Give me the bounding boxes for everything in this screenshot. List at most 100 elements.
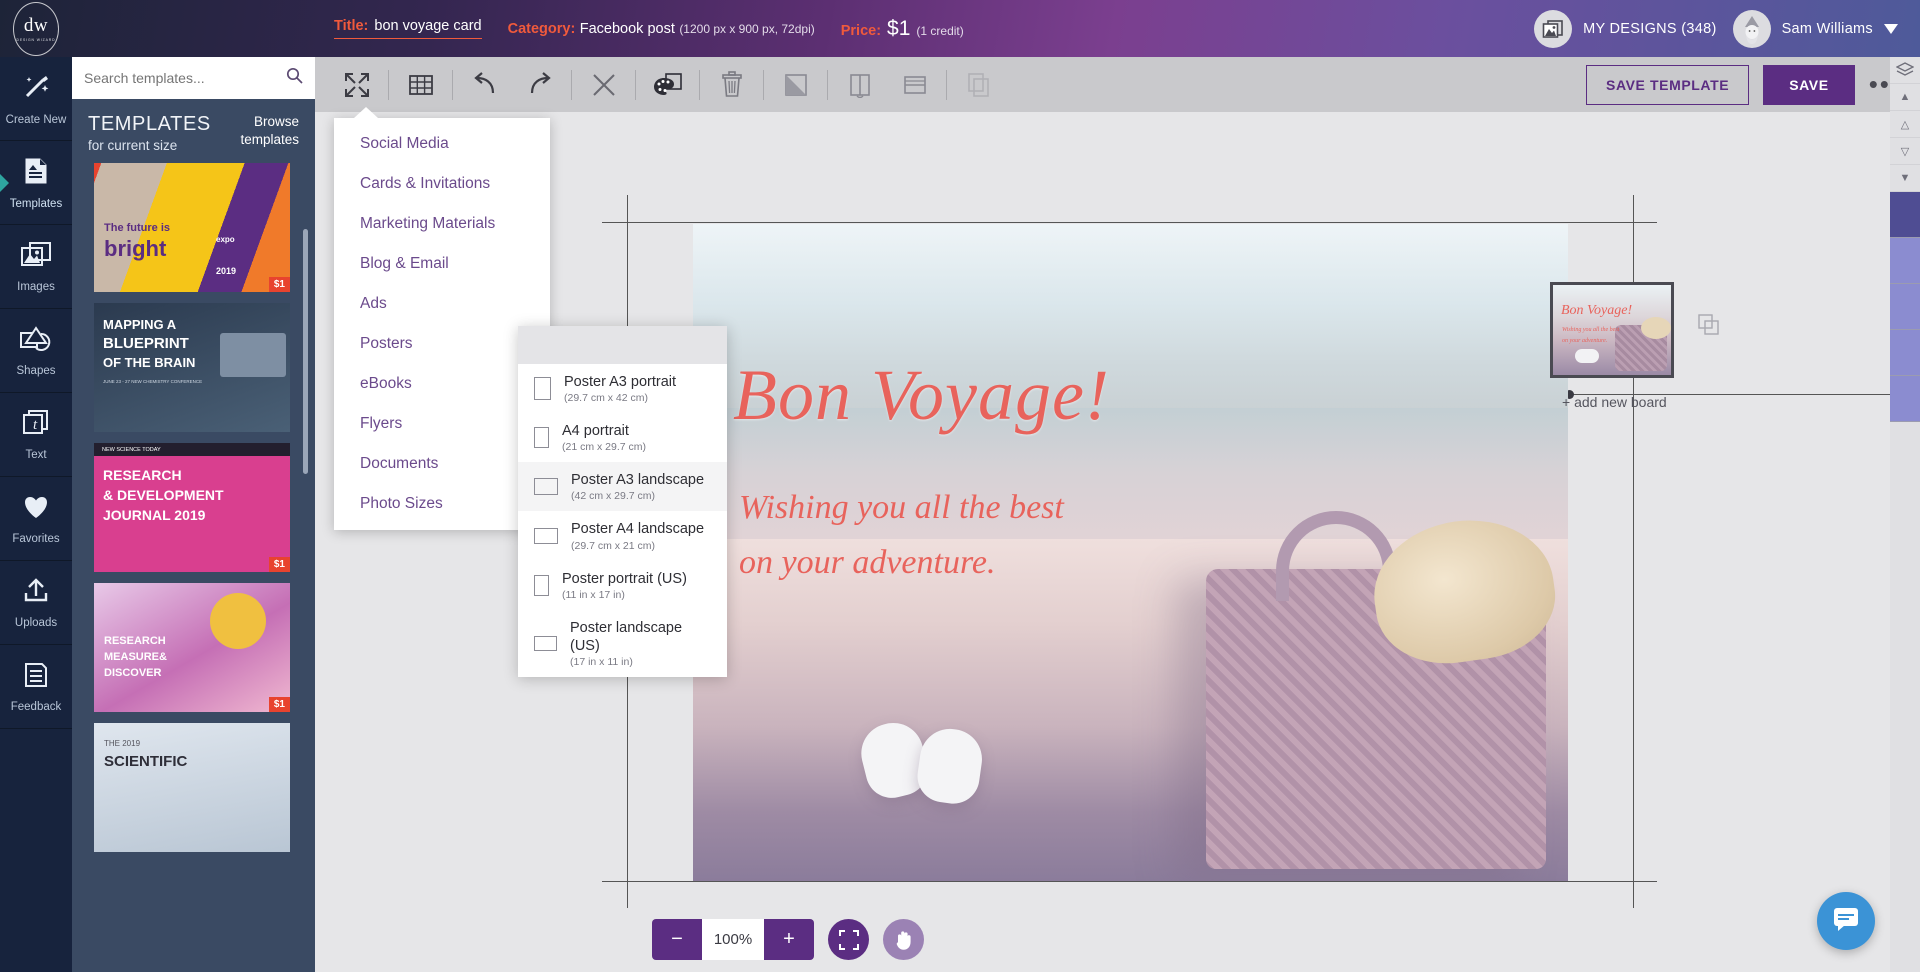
boards-panel: Bon Voyage! Wishing you all the best on … bbox=[1550, 282, 1880, 410]
thumb-line-1: THE 2019 bbox=[104, 739, 140, 748]
design-editor-app: dw DESIGN WIZARD Title: bon voyage card … bbox=[0, 0, 1920, 972]
template-thumbnail[interactable]: RESEARCH MEASURE& DISCOVER $1 bbox=[94, 583, 290, 712]
redo-icon[interactable] bbox=[512, 65, 567, 105]
document-lines-icon bbox=[21, 661, 51, 694]
chevron-down-icon[interactable] bbox=[1884, 24, 1898, 34]
submenu-item-poster-a4-landscape[interactable]: Poster A4 landscape (29.7 cm x 21 cm) bbox=[518, 511, 727, 560]
my-designs-button[interactable]: MY DESIGNS (348) bbox=[1534, 10, 1716, 48]
menu-item-marketing-materials[interactable]: Marketing Materials bbox=[334, 204, 550, 244]
opacity-icon[interactable] bbox=[768, 65, 823, 105]
artboard-canvas[interactable]: Bon Voyage! Wishing you all the best on … bbox=[693, 224, 1568, 881]
board-thumb-subtitle: Wishing you all the best on your adventu… bbox=[1562, 325, 1619, 348]
hand-pan-icon[interactable] bbox=[883, 919, 924, 960]
sidebar-item-uploads[interactable]: Uploads bbox=[0, 561, 72, 645]
submenu-item-poster-landscape-us[interactable]: Poster landscape (US) (17 in x 11 in) bbox=[518, 610, 727, 677]
sidebar-label-favorites: Favorites bbox=[12, 533, 59, 545]
zoom-level-value[interactable]: 100% bbox=[702, 919, 764, 960]
move-up-icon[interactable]: ▲ bbox=[1890, 84, 1920, 111]
undo-icon[interactable] bbox=[457, 65, 512, 105]
toolbar-divider bbox=[571, 70, 572, 100]
submenu-item-name: A4 portrait bbox=[562, 423, 629, 439]
thumb-line-2: bright bbox=[104, 238, 166, 260]
thumb-line-1: RESEARCH bbox=[104, 635, 166, 647]
duplicate-icon[interactable] bbox=[1698, 314, 1720, 341]
thumb-line-3: OF THE BRAIN bbox=[103, 355, 195, 370]
submenu-item-poster-portrait-us[interactable]: Poster portrait (US) (11 in x 17 in) bbox=[518, 561, 727, 610]
move-bottom-icon[interactable]: ▼ bbox=[1890, 165, 1920, 192]
board-thumbnail[interactable]: Bon Voyage! Wishing you all the best on … bbox=[1550, 282, 1674, 378]
layer-swatch[interactable] bbox=[1890, 284, 1920, 330]
panel-scrollbar[interactable] bbox=[303, 229, 308, 474]
submenu-item-poster-a3-portrait[interactable]: Poster A3 portrait (29.7 cm x 42 cm) bbox=[518, 364, 727, 413]
submenu-item-poster-a3-landscape[interactable]: Poster A3 landscape (42 cm x 29.7 cm) bbox=[518, 462, 727, 511]
browse-templates-link[interactable]: Browse templates bbox=[240, 113, 299, 149]
avatar bbox=[1733, 10, 1771, 48]
menu-item-cards-invitations[interactable]: Cards & Invitations bbox=[334, 164, 550, 204]
save-template-button[interactable]: SAVE TEMPLATE bbox=[1586, 65, 1749, 105]
color-palette-icon[interactable] bbox=[640, 65, 695, 105]
search-input[interactable] bbox=[84, 70, 278, 86]
template-thumbnail[interactable]: MAPPING A BLUEPRINT OF THE BRAIN JUNE 23… bbox=[94, 303, 290, 432]
design-title-field[interactable]: Title: bon voyage card bbox=[334, 18, 482, 39]
save-button[interactable]: SAVE bbox=[1763, 65, 1855, 105]
fit-to-screen-icon[interactable] bbox=[828, 919, 869, 960]
move-top-icon[interactable]: △ bbox=[1890, 111, 1920, 138]
text-icon: t bbox=[21, 409, 51, 442]
sidebar-item-images[interactable]: Images bbox=[0, 225, 72, 309]
toolbar-divider bbox=[699, 70, 700, 100]
thumb-decor bbox=[220, 333, 286, 377]
toolbar-divider bbox=[763, 70, 764, 100]
toolbar-divider bbox=[827, 70, 828, 100]
thumb-line-4: JUNE 23 - 27 NEW CHEMISTRY CONFERENCE bbox=[103, 379, 202, 384]
submenu-item-name: Poster A3 portrait bbox=[564, 374, 676, 390]
sidebar-label-images: Images bbox=[17, 281, 55, 293]
sidebar-item-templates[interactable]: Templates bbox=[0, 141, 72, 225]
artboard-title-text[interactable]: Bon Voyage! bbox=[733, 354, 1110, 437]
align-rows-icon[interactable] bbox=[887, 65, 942, 105]
sidebar-item-favorites[interactable]: Favorites bbox=[0, 477, 72, 561]
sidebar-item-create-new[interactable]: Create New bbox=[0, 57, 72, 141]
price-label: Price: bbox=[841, 23, 881, 39]
search-icon[interactable] bbox=[286, 67, 303, 89]
browse-line-2: templates bbox=[240, 131, 299, 149]
user-menu[interactable]: Sam Williams bbox=[1733, 10, 1898, 48]
menu-item-social-media[interactable]: Social Media bbox=[334, 124, 550, 164]
artboard-subtitle-line-2[interactable]: on your adventure. bbox=[739, 544, 996, 582]
app-header: dw DESIGN WIZARD Title: bon voyage card … bbox=[0, 0, 1920, 57]
layers-icon[interactable] bbox=[1890, 57, 1920, 84]
move-down-icon[interactable]: ▽ bbox=[1890, 138, 1920, 165]
menu-item-blog-email[interactable]: Blog & Email bbox=[334, 244, 550, 284]
thumb-line-2: RESEARCH bbox=[103, 467, 182, 483]
design-price: Price: $1 (1 credit) bbox=[841, 17, 964, 41]
template-thumbnail[interactable]: The future is bright expo 2019 $1 bbox=[94, 163, 290, 292]
selection-guide-top bbox=[602, 222, 1657, 223]
sidebar-item-text[interactable]: t Text bbox=[0, 393, 72, 477]
zoom-in-button[interactable]: + bbox=[764, 919, 814, 960]
close-icon[interactable] bbox=[576, 65, 631, 105]
resize-canvas-icon[interactable] bbox=[329, 65, 384, 105]
layer-swatch[interactable] bbox=[1890, 238, 1920, 284]
copy-icon[interactable] bbox=[951, 65, 1006, 105]
layer-swatch[interactable] bbox=[1890, 376, 1920, 422]
zoom-out-button[interactable]: − bbox=[652, 919, 702, 960]
template-thumbnail[interactable]: THE 2019 SCIENTIFIC bbox=[94, 723, 290, 852]
submenu-header bbox=[518, 326, 727, 364]
thumb-line-4: 2019 bbox=[216, 267, 236, 276]
support-chat-button[interactable] bbox=[1817, 892, 1875, 950]
portrait-shape-icon bbox=[534, 575, 549, 596]
sidebar-item-feedback[interactable]: Feedback bbox=[0, 645, 72, 729]
sidebar-item-shapes[interactable]: Shapes bbox=[0, 309, 72, 393]
layer-swatch[interactable] bbox=[1890, 330, 1920, 376]
add-new-board-button[interactable]: + add new board bbox=[1562, 394, 1880, 410]
artboard-subtitle-line-1[interactable]: Wishing you all the best bbox=[739, 489, 1064, 527]
brand-logo[interactable]: dw DESIGN WIZARD bbox=[0, 0, 72, 57]
align-columns-icon[interactable] bbox=[832, 65, 887, 105]
toolbar-divider bbox=[946, 70, 947, 100]
submenu-item-a4-portrait[interactable]: A4 portrait (21 cm x 29.7 cm) bbox=[518, 413, 727, 462]
menu-item-ads[interactable]: Ads bbox=[334, 284, 550, 324]
grid-icon[interactable] bbox=[393, 65, 448, 105]
template-thumbnail[interactable]: NEW SCIENCE TODAY RESEARCH & DEVELOPMENT… bbox=[94, 443, 290, 572]
sidebar-label-shapes: Shapes bbox=[16, 365, 55, 377]
layer-swatch[interactable] bbox=[1890, 192, 1920, 238]
trash-icon[interactable] bbox=[704, 65, 759, 105]
